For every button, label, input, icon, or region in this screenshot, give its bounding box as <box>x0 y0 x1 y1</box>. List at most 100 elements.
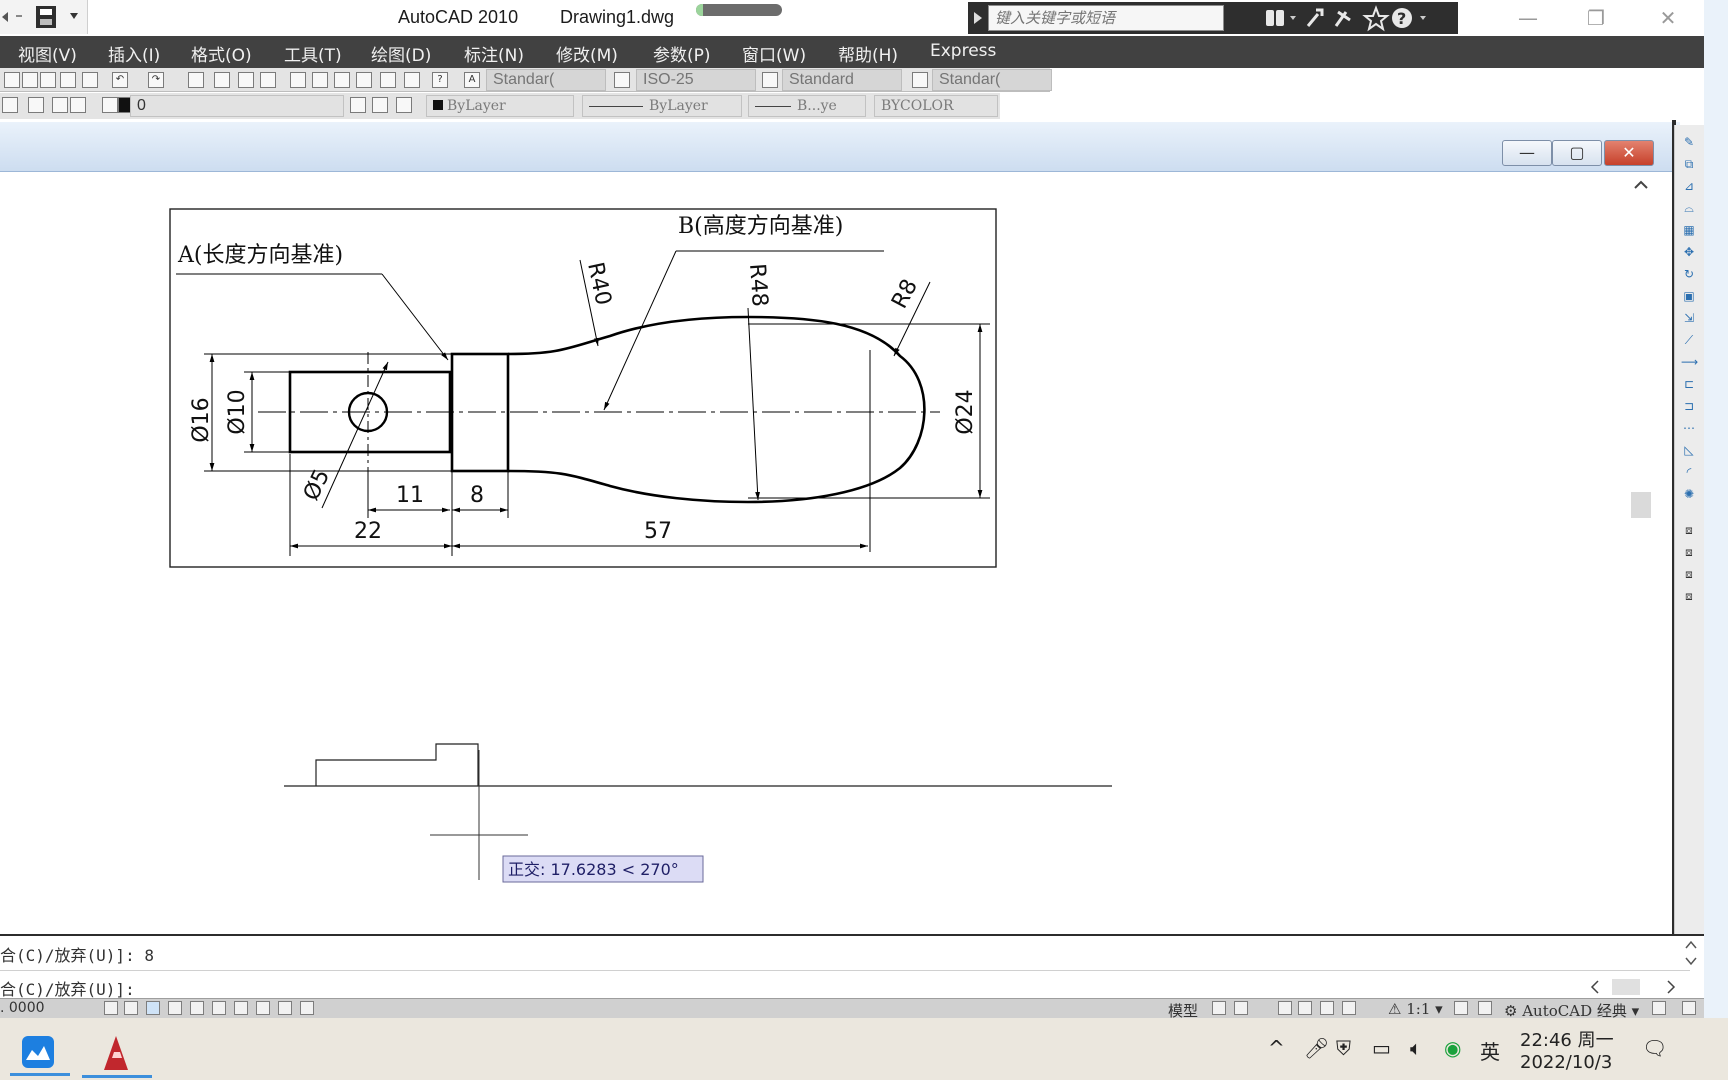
make-current-layer-icon[interactable] <box>350 97 366 113</box>
properties-icon[interactable] <box>290 72 306 88</box>
menu-tools[interactable]: 工具(T) <box>284 41 342 66</box>
steering-wheel-icon[interactable] <box>1320 1001 1334 1015</box>
command-prompt[interactable]: 合(C)/放弃(U)]: <box>0 976 135 1000</box>
otrack-icon[interactable] <box>212 1001 226 1015</box>
quick-properties-icon[interactable] <box>300 1001 314 1015</box>
draw-order-icon[interactable]: ⧈ <box>1681 523 1697 537</box>
scale-icon[interactable]: ▣ <box>1681 289 1697 303</box>
linetype-select[interactable]: ByLayer <box>582 95 742 117</box>
lineweight-select[interactable]: B...ye <box>748 95 866 117</box>
layout2-icon[interactable] <box>1234 1001 1248 1015</box>
input-language[interactable]: 英 <box>1480 1036 1500 1065</box>
search-input[interactable] <box>988 5 1224 31</box>
taskbar-app-autocad[interactable] <box>82 1028 152 1078</box>
sheet-set-icon[interactable] <box>356 72 372 88</box>
ducs-icon[interactable] <box>234 1001 248 1015</box>
array-icon[interactable]: ▦ <box>1681 223 1697 237</box>
menu-express[interactable]: Express <box>930 41 996 61</box>
rotate-icon[interactable]: ↻ <box>1681 267 1697 281</box>
explode-icon[interactable]: ✺ <box>1681 487 1697 501</box>
menu-window[interactable]: 窗口(W) <box>742 41 806 66</box>
scroll-up-icon[interactable] <box>1630 174 1652 194</box>
layer-previous-icon[interactable] <box>372 97 388 113</box>
copy-icon[interactable] <box>40 72 56 88</box>
table-style-icon[interactable] <box>762 72 778 88</box>
layer-states-icon[interactable] <box>28 97 44 113</box>
command-line[interactable]: 合(C)/放弃(U)]: 8 合(C)/放弃(U)]: <box>0 934 1704 1000</box>
close-button[interactable]: ✕ <box>1640 2 1696 34</box>
coordinates-display[interactable]: . 0000 <box>0 1000 45 1016</box>
drawing-minimize-button[interactable]: — <box>1502 140 1552 166</box>
chamfer-icon[interactable]: ◺ <box>1681 443 1697 457</box>
help-toolbar-icon[interactable]: ? <box>432 72 448 88</box>
match-properties-icon[interactable] <box>82 72 98 88</box>
help-icon[interactable]: ? <box>1392 8 1412 28</box>
toolbar-lock-icon[interactable] <box>1652 1001 1666 1015</box>
command-hscroll[interactable] <box>1588 976 1678 998</box>
pan-status-icon[interactable] <box>1278 1001 1292 1015</box>
plot-style-select[interactable]: BYCOLOR <box>874 95 998 117</box>
calculator-icon[interactable] <box>404 72 420 88</box>
redo-icon[interactable]: ↷ <box>148 72 164 88</box>
auto-scale-icon[interactable] <box>1478 1001 1492 1015</box>
minimize-button[interactable]: — <box>1500 2 1556 34</box>
taskbar-app-cloud[interactable] <box>10 1030 70 1076</box>
open-file-icon[interactable] <box>22 72 38 88</box>
clock-date[interactable]: 2022/10/3 <box>1520 1052 1612 1073</box>
menu-modify[interactable]: 修改(M) <box>556 41 618 66</box>
zoom-realtime-icon[interactable] <box>214 72 230 88</box>
layer-manager-icon[interactable] <box>2 97 18 113</box>
snap-mode-icon[interactable] <box>104 1001 118 1015</box>
undo-icon[interactable]: ↶ <box>112 72 128 88</box>
color-select[interactable]: ByLayer <box>426 95 574 117</box>
menu-view[interactable]: 视图(V) <box>18 41 77 66</box>
satellite-icon[interactable] <box>1334 10 1351 27</box>
zoom-status-icon[interactable] <box>1298 1001 1312 1015</box>
user-geometry[interactable] <box>284 743 1112 787</box>
annotation-visibility-icon[interactable] <box>1454 1001 1468 1015</box>
drawing-canvas[interactable]: A(长度方向基准) B(高度方向基准) Ø16 Ø10 Ø5 Ø24 R40 R… <box>0 172 1630 934</box>
drawing-close-button[interactable]: ✕ <box>1604 140 1654 166</box>
microphone-icon[interactable]: 🎤︎ <box>1304 1036 1329 1060</box>
volume-icon[interactable]: 🔈︎ <box>1410 1036 1422 1060</box>
move-icon[interactable]: ✥ <box>1681 245 1697 259</box>
security-shield-icon[interactable]: ⛨ <box>1336 1036 1351 1060</box>
send-back-icon[interactable]: ⧈ <box>1681 567 1697 581</box>
binoculars-icon[interactable] <box>1266 10 1284 26</box>
multileader-style-icon[interactable] <box>912 72 928 88</box>
lineweight-toggle-icon[interactable] <box>278 1001 292 1015</box>
tray-expand-icon[interactable]: ^ <box>1268 1036 1285 1060</box>
drawing-maximize-button[interactable]: ▢ <box>1552 140 1602 166</box>
wrench-icon[interactable] <box>1306 8 1324 27</box>
notification-icon[interactable]: 🗨︎ <box>1642 1036 1667 1060</box>
light-bulb-icon[interactable] <box>52 97 68 113</box>
copy-object-icon[interactable]: ⧉ <box>1681 157 1697 171</box>
lock-icon[interactable] <box>102 97 118 113</box>
paste-icon[interactable] <box>60 72 76 88</box>
erase-icon[interactable]: ✎ <box>1681 135 1697 149</box>
command-scroll-icon[interactable] <box>1680 936 1702 970</box>
break-at-point-icon[interactable]: ⋯ <box>1681 421 1697 435</box>
menu-draw[interactable]: 绘图(D) <box>371 41 431 66</box>
menu-insert[interactable]: 插入(I) <box>108 41 160 66</box>
dropdown-arrow-icon[interactable] <box>70 13 78 19</box>
stretch-icon[interactable]: ⇲ <box>1681 311 1697 325</box>
object-snap-icon[interactable] <box>190 1001 204 1015</box>
fillet-icon[interactable]: ◜ <box>1681 465 1697 479</box>
expand-arrow-icon[interactable] <box>968 2 988 34</box>
ortho-mode-icon[interactable] <box>146 1001 160 1015</box>
bring-above-icon[interactable]: ⧈ <box>1681 589 1697 603</box>
design-center-icon[interactable] <box>312 72 328 88</box>
dim-style-icon[interactable] <box>614 72 630 88</box>
battery-icon[interactable]: ▭ <box>1372 1036 1391 1060</box>
menu-parametric[interactable]: 参数(P) <box>653 41 711 66</box>
mirror-icon[interactable]: ⊿ <box>1681 179 1697 193</box>
multileader-style-select[interactable]: Standar( <box>932 69 1052 91</box>
layer-select[interactable]: 0 <box>130 95 344 117</box>
new-file-icon[interactable] <box>4 72 20 88</box>
table-style-select[interactable]: Standard <box>782 69 902 91</box>
tool-palettes-icon[interactable] <box>334 72 350 88</box>
zoom-previous-icon[interactable] <box>260 72 276 88</box>
vertical-scrollbar[interactable] <box>1630 174 1652 934</box>
bring-front-icon[interactable]: ⧈ <box>1681 545 1697 559</box>
